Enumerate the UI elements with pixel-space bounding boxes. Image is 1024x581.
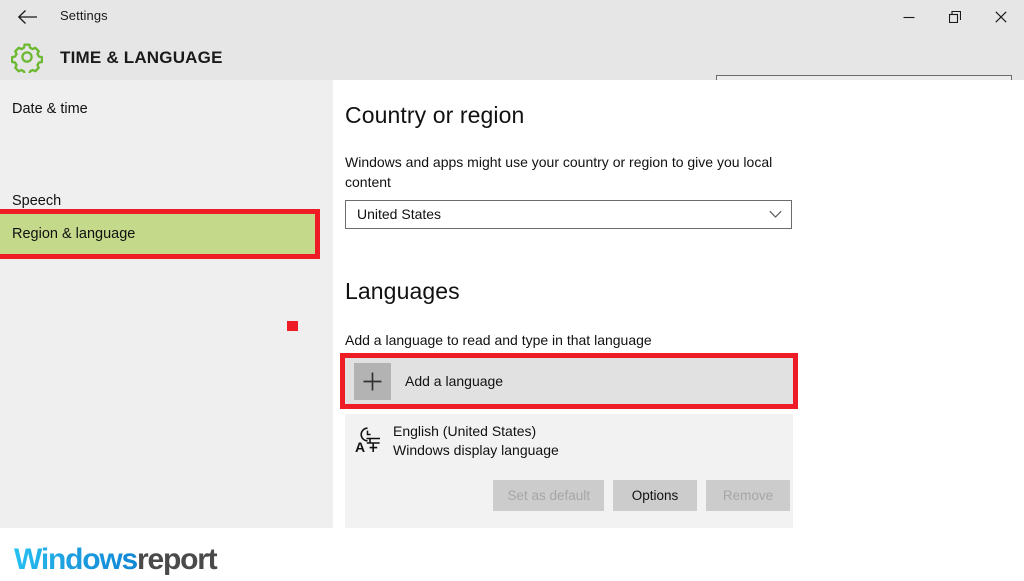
svg-text:A: A bbox=[355, 439, 365, 455]
title-bar: Settings bbox=[0, 0, 1024, 34]
chevron-down-icon bbox=[769, 210, 782, 218]
app-title: Settings bbox=[60, 8, 108, 23]
sidebar-item-date-time[interactable]: Date & time bbox=[0, 92, 333, 126]
set-as-default-button[interactable]: Set as default bbox=[493, 479, 604, 511]
country-section-title: Country or region bbox=[345, 102, 525, 128]
languages-section-description: Add a language to read and type in that … bbox=[345, 332, 652, 348]
window-controls bbox=[886, 0, 1024, 34]
language-name: English (United States) bbox=[393, 423, 537, 439]
watermark-logo: Windows report bbox=[12, 539, 223, 581]
page-title: TIME & LANGUAGE bbox=[60, 48, 223, 67]
options-button[interactable]: Options bbox=[613, 479, 697, 511]
restore-icon bbox=[949, 11, 961, 23]
sidebar-item-label: Date & time bbox=[12, 101, 88, 117]
annotation-marker bbox=[287, 321, 298, 331]
language-list-item[interactable]: A English (United States) Windows displa… bbox=[345, 414, 793, 528]
language-subtitle: Windows display language bbox=[393, 442, 559, 458]
watermark-report: report bbox=[136, 543, 218, 576]
settings-window: Settings TIME & LANGUAGE Find a setting … bbox=[0, 0, 1024, 581]
sidebar-item-speech[interactable]: Speech bbox=[0, 184, 333, 218]
country-dropdown-value: United States bbox=[357, 206, 442, 222]
close-icon bbox=[995, 11, 1007, 23]
sidebar-item-label: Speech bbox=[12, 193, 62, 209]
minimize-icon bbox=[903, 16, 915, 19]
remove-button[interactable]: Remove bbox=[706, 479, 790, 511]
languages-section-title: Languages bbox=[345, 278, 460, 304]
page-header: TIME & LANGUAGE bbox=[0, 34, 1024, 106]
add-language-annotation-box bbox=[340, 353, 798, 409]
back-arrow-icon bbox=[17, 10, 37, 24]
language-icon: A bbox=[355, 427, 380, 455]
restore-button[interactable] bbox=[932, 0, 978, 34]
watermark-windows: Windows bbox=[14, 543, 138, 576]
language-actions: Set as default Options Remove bbox=[345, 479, 793, 511]
back-button[interactable] bbox=[8, 3, 48, 31]
country-section-description: Windows and apps might use your country … bbox=[345, 154, 773, 190]
gear-icon bbox=[10, 41, 44, 76]
country-dropdown[interactable]: United States bbox=[345, 200, 792, 229]
content-panel: Country or region Windows and apps might… bbox=[333, 80, 1024, 528]
sidebar-item-label: Region & language bbox=[12, 226, 136, 242]
minimize-button[interactable] bbox=[886, 0, 932, 34]
close-button[interactable] bbox=[978, 0, 1024, 34]
sidebar: Date & time Region & language Speech Win… bbox=[0, 80, 333, 581]
